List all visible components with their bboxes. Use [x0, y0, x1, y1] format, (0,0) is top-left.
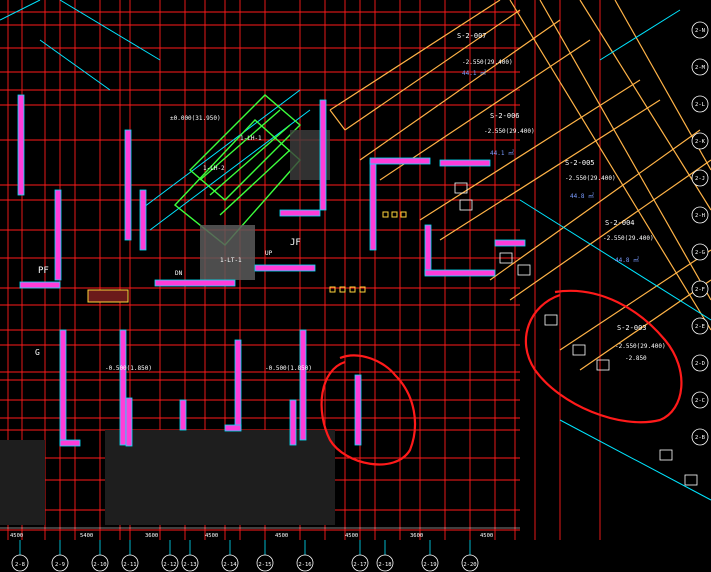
axis-bubble: 2-H	[691, 206, 709, 224]
axis-bubble-label: 2-12	[163, 562, 176, 568]
callout-c4: DN	[175, 270, 183, 277]
axis-bubble-label: 2-15	[258, 562, 271, 568]
elevation-e2: -2.550(29.400)	[484, 128, 535, 135]
room-label-pf: PF	[38, 266, 49, 276]
axis-bubble-label: 2-N	[695, 28, 705, 34]
area-e12: 44.8 ㎡	[570, 192, 594, 200]
callout-c3: 1-LT-1	[220, 257, 242, 264]
axis-bubble: 2-J	[691, 169, 709, 187]
axis-bubble-label: 2-L	[695, 102, 706, 108]
axis-bubble: 2-M	[691, 58, 709, 76]
callout-c5: UP	[265, 250, 273, 257]
axis-bubble-label: 2-D	[695, 361, 705, 367]
elevation-e1: -2.550(29.400)	[462, 59, 513, 66]
axis-bubble-label: 2-J	[695, 176, 705, 182]
axis-bubble: 2-K	[691, 132, 709, 150]
room-label-s2005: S-2-005	[565, 159, 595, 167]
area-e10: 44.1 ㎡	[462, 69, 486, 77]
axis-bubble-label: 2-F	[695, 287, 705, 293]
callout-c2: 1-LH-2	[203, 165, 225, 172]
axis-bubble: 2-F	[691, 280, 709, 298]
axis-bubble-label: 2-16	[298, 562, 311, 568]
axis-bubble-label: 2-C	[695, 398, 705, 404]
axis-bubble-label: 2-10	[93, 562, 106, 568]
elevation-e5: -2.550(29.400)	[615, 343, 666, 350]
axis-bubble-label: 2-H	[695, 213, 705, 219]
axis-bubble-label: 2-18	[378, 562, 391, 568]
dimension-label: 4500	[205, 533, 218, 539]
axis-bubble-label: 2-G	[695, 250, 705, 256]
dimension-label: 5400	[80, 533, 93, 539]
axis-bubble: 2-B	[691, 428, 709, 446]
elevation-e8: ±0.000(31.950)	[170, 115, 221, 122]
dimension-label: 3600	[410, 533, 423, 539]
axis-bubble-label: 2-E	[695, 324, 705, 330]
elevation-e4: -2.550(29.400)	[603, 235, 654, 242]
dimension-label: 3600	[145, 533, 158, 539]
axis-bubble: 2-L	[691, 95, 709, 113]
axis-bubble-label: 2-14	[223, 562, 237, 568]
dimension-label: 4500	[10, 533, 23, 539]
room-label-s2006: S-2-006	[490, 112, 520, 120]
room-label-g: G	[35, 348, 40, 357]
cad-drawing-canvas[interactable]: S-2-007 S-2-006 S-2-005 S-2-004 S-2-003 …	[0, 0, 711, 572]
room-label-s2003: S-2-003	[617, 324, 647, 332]
dimension-label: 4500	[345, 533, 358, 539]
room-label-s2004: S-2-004	[605, 219, 635, 227]
axis-bubble-label: 2-20	[463, 562, 476, 568]
axis-bubble-label: 2-11	[123, 562, 136, 568]
elevation-e9: -2.850	[625, 355, 647, 362]
area-e13: 44.8 ㎡	[615, 256, 639, 264]
axis-bubble-label: 2-19	[423, 562, 436, 568]
dimension-label: 4500	[275, 533, 288, 539]
axis-bubble-label: 2-9	[55, 562, 65, 568]
axis-bubble-label: 2-B	[695, 435, 706, 441]
room-label-jf: JF	[290, 238, 301, 248]
area-e11: 44.1 ㎡	[490, 149, 514, 157]
axis-bubble: 2-D	[691, 354, 709, 372]
axis-bubble: 2-C	[691, 391, 709, 409]
callout-c1: 1-LH-1	[240, 135, 262, 142]
elevation-e7: -0.500(1.850)	[265, 365, 312, 372]
elevation-e6: -0.500(1.850)	[105, 365, 152, 372]
axis-bubble: 2-E	[691, 317, 709, 335]
axis-bubble-label: 2-M	[695, 65, 706, 71]
axis-bubble-label: 2-K	[695, 139, 706, 145]
axis-bubble-label: 2-17	[353, 562, 366, 568]
elevation-e3: -2.550(29.400)	[565, 175, 616, 182]
dimension-label: 4500	[480, 533, 493, 539]
axis-bubble-label: 2-8	[15, 562, 25, 568]
axis-bubble-label: 2-13	[183, 562, 196, 568]
axis-bubble: 2-G	[691, 243, 709, 261]
axis-bubble: 2-N	[691, 21, 709, 39]
room-label-s2007: S-2-007	[457, 32, 487, 40]
